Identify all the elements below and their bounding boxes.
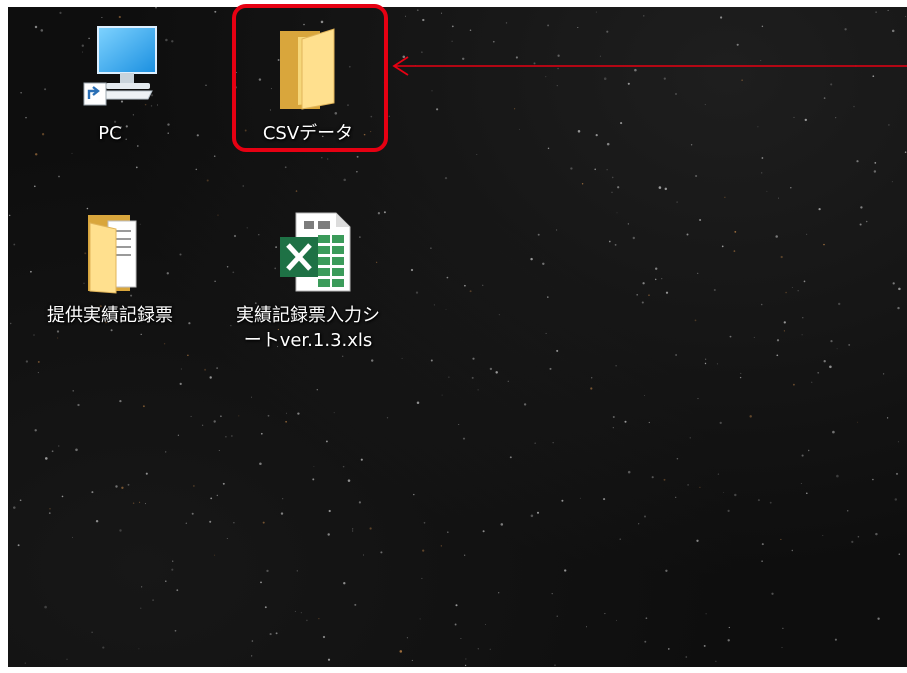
desktop: PC CSVデータ 提供実績記録票 実績記録票入力シートver.1.3.xls <box>8 7 907 667</box>
pc-shortcut-icon <box>83 26 157 106</box>
folder-icon <box>280 28 335 110</box>
folder-with-files-icon <box>88 215 137 294</box>
desktop-icon-label: 提供実績記録票 <box>47 305 173 326</box>
desktop-icon-label: CSVデータ <box>262 123 354 144</box>
desktop-icon-excel-file[interactable]: 実績記録票入力シートver.1.3.xls <box>233 211 383 353</box>
desktop-icon-label: PC <box>98 123 122 144</box>
desktop-icon-records-folder[interactable]: 提供実績記録票 <box>35 211 185 328</box>
desktop-icon-pc[interactable]: PC <box>35 25 185 146</box>
desktop-icon-label: 実績記録票入力シートver.1.3.xls <box>236 305 380 351</box>
excel-file-icon <box>280 212 351 292</box>
desktop-icon-csv-folder[interactable]: CSVデータ <box>233 25 383 146</box>
